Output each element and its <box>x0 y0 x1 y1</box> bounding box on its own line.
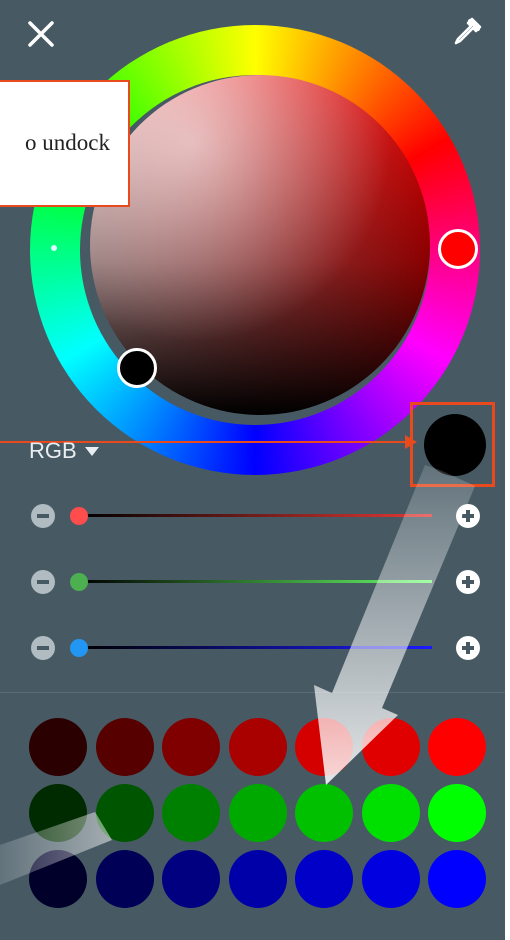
hue-handle[interactable] <box>438 229 478 269</box>
color-swatch[interactable] <box>228 784 287 842</box>
color-swatch[interactable] <box>162 784 220 842</box>
red-decrease-button[interactable] <box>31 504 55 528</box>
current-color-preview[interactable] <box>424 414 486 476</box>
blue-increase-button[interactable] <box>456 636 480 660</box>
color-swatch[interactable] <box>228 850 287 908</box>
blue-decrease-button[interactable] <box>31 636 55 660</box>
green-slider-thumb[interactable] <box>70 573 88 591</box>
color-swatch[interactable] <box>361 850 420 908</box>
chevron-down-icon <box>84 446 99 456</box>
panel-edge <box>505 0 510 940</box>
color-mode-dropdown[interactable]: RGB <box>29 438 99 464</box>
color-swatch[interactable] <box>29 784 87 842</box>
green-slider-track[interactable] <box>80 580 432 583</box>
color-swatch[interactable] <box>95 784 154 842</box>
red-slider-thumb[interactable] <box>70 507 88 525</box>
color-swatch[interactable] <box>295 850 353 908</box>
color-swatch[interactable] <box>295 718 353 776</box>
color-swatch[interactable] <box>95 718 154 776</box>
color-swatch[interactable] <box>162 718 220 776</box>
red-slider-row <box>30 501 485 531</box>
blue-slider-track[interactable] <box>80 646 432 649</box>
color-swatch[interactable] <box>428 718 486 776</box>
color-swatch[interactable] <box>361 784 420 842</box>
red-increase-button[interactable] <box>456 504 480 528</box>
green-slider-row <box>30 567 485 597</box>
color-swatch[interactable] <box>162 850 220 908</box>
blue-slider-thumb[interactable] <box>70 639 88 657</box>
hue-ring-marker <box>51 245 57 251</box>
color-swatch[interactable] <box>228 718 287 776</box>
color-swatch[interactable] <box>29 718 87 776</box>
saturation-value-handle[interactable] <box>117 348 157 388</box>
close-icon[interactable] <box>24 17 58 51</box>
blue-slider-row <box>30 633 485 663</box>
divider <box>0 692 505 693</box>
color-swatch[interactable] <box>29 850 87 908</box>
green-increase-button[interactable] <box>456 570 480 594</box>
color-swatch[interactable] <box>95 850 154 908</box>
color-mode-label: RGB <box>29 438 77 463</box>
eyedropper-icon[interactable] <box>450 15 484 49</box>
color-swatch[interactable] <box>428 850 486 908</box>
tooltip-text: o undock <box>25 130 110 155</box>
color-swatch[interactable] <box>295 784 353 842</box>
green-decrease-button[interactable] <box>31 570 55 594</box>
undock-tooltip: o undock <box>0 80 130 207</box>
color-swatch[interactable] <box>428 784 486 842</box>
color-swatch[interactable] <box>361 718 420 776</box>
red-slider-track[interactable] <box>80 514 432 517</box>
